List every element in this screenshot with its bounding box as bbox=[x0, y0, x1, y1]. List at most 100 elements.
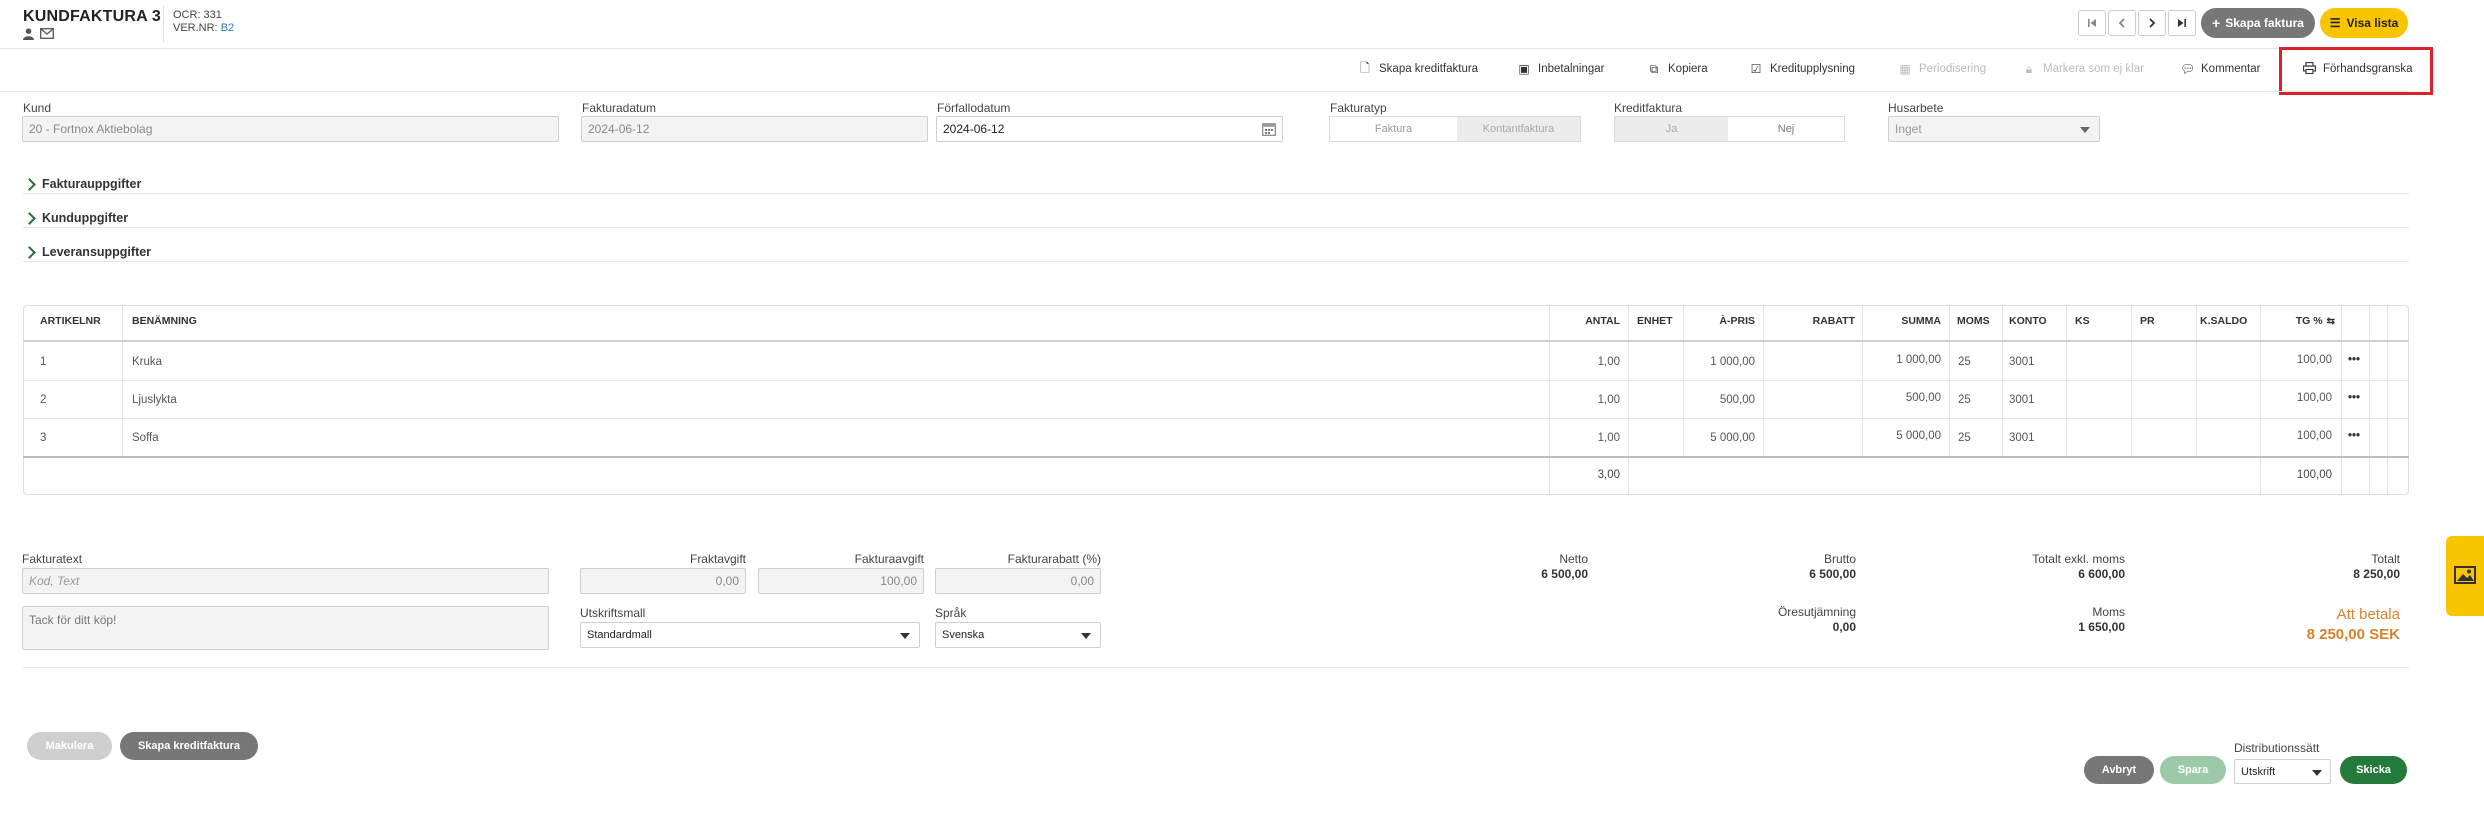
amount-due-value: 8 250,00 SEK bbox=[2306, 626, 2400, 643]
toolbar-credit-check[interactable]: ☑ Kreditupplysning bbox=[1749, 60, 1855, 78]
chevron-down-icon bbox=[1081, 633, 1091, 639]
section-customer-details[interactable]: Kunduppgifter bbox=[23, 211, 128, 225]
invoice-fee-field[interactable]: 100,00 bbox=[758, 568, 924, 594]
toolbar-periodisering[interactable]: ▦ Periodisering bbox=[1898, 60, 1986, 78]
first-record-button[interactable] bbox=[2078, 10, 2106, 36]
invoice-date-label: Fakturadatum bbox=[582, 101, 657, 115]
col-divider bbox=[122, 306, 123, 456]
invoice-text-code-field[interactable]: Kod, Text bbox=[22, 568, 549, 594]
invoice-discount-field[interactable]: 0,00 bbox=[935, 568, 1101, 594]
col-divider bbox=[2341, 306, 2342, 494]
section-separator bbox=[23, 227, 2409, 228]
col-divider bbox=[1628, 306, 1629, 494]
col-header-enhet[interactable]: ENHET bbox=[1637, 310, 1673, 332]
ver-prefix: VER.NR: bbox=[173, 22, 221, 34]
section-separator bbox=[23, 261, 2409, 262]
more-options-icon[interactable]: ••• bbox=[2348, 390, 2360, 406]
more-options-icon[interactable]: ••• bbox=[2348, 352, 2360, 368]
calendar-icon[interactable] bbox=[1262, 122, 1276, 139]
toolbar-separator bbox=[0, 91, 2408, 92]
ver-link[interactable]: B2 bbox=[221, 22, 234, 34]
col-header-antal[interactable]: ANTAL bbox=[1549, 310, 1620, 332]
toolbar-label: Kopiera bbox=[1668, 63, 1708, 75]
distribution-select[interactable]: Utskrift bbox=[2234, 759, 2331, 784]
section-label: Fakturauppgifter bbox=[42, 177, 142, 191]
cell-summa: 500,00 bbox=[1905, 392, 1941, 404]
document-icon: 🗋 bbox=[1360, 60, 1370, 75]
due-date-field[interactable]: 2024-06-12 bbox=[936, 116, 1283, 142]
freight-fee-field[interactable]: 0,00 bbox=[580, 568, 746, 594]
invoice-text-area[interactable]: Tack för ditt köp! bbox=[22, 606, 549, 650]
cell-artikelnr: 3 bbox=[40, 432, 47, 444]
cell-artikelnr: 2 bbox=[40, 394, 47, 406]
invoice-date-field[interactable]: 2024-06-12 bbox=[581, 116, 928, 142]
bottom-separator bbox=[23, 667, 2409, 668]
customer-field[interactable]: 20 - Fortnox Aktiebolag bbox=[22, 116, 559, 142]
col-header-konto[interactable]: KONTO bbox=[2009, 310, 2047, 332]
col-header-rabatt[interactable]: RABATT bbox=[1763, 310, 1855, 332]
send-button[interactable]: Skicka bbox=[2340, 756, 2407, 784]
print-template-value: Standardmall bbox=[587, 629, 652, 641]
col-header-pr[interactable]: PR bbox=[2140, 310, 2155, 332]
save-button[interactable]: Spara bbox=[2160, 756, 2226, 784]
create-invoice-button[interactable]: + Skapa faktura bbox=[2201, 8, 2315, 38]
total-tg: 100,00 bbox=[2296, 469, 2332, 481]
credit-option-ja[interactable]: Ja bbox=[1615, 117, 1729, 141]
side-panel-toggle[interactable] bbox=[2446, 536, 2484, 616]
show-list-button[interactable]: ☰ Visa lista bbox=[2320, 8, 2408, 38]
col-header-benamning[interactable]: BENÄMNING bbox=[132, 310, 197, 332]
invoice-type-option-kontant[interactable]: Kontantfaktura bbox=[1456, 117, 1580, 141]
credit-invoice-label: Kreditfaktura bbox=[1614, 101, 1683, 115]
invoice-type-toggle: Faktura Kontantfaktura bbox=[1329, 116, 1581, 142]
person-icon[interactable] bbox=[23, 28, 34, 43]
distribution-label: Distributionssätt bbox=[2234, 741, 2320, 755]
cancel-button[interactable]: Avbryt bbox=[2084, 756, 2154, 784]
credit-option-nej[interactable]: Nej bbox=[1728, 117, 1844, 141]
toolbar-payments[interactable]: ▣ Inbetalningar bbox=[1517, 60, 1604, 78]
chevron-right-icon bbox=[23, 211, 36, 225]
image-icon bbox=[2454, 565, 2476, 587]
last-icon bbox=[2178, 19, 2186, 27]
col-header-ks[interactable]: KS bbox=[2075, 310, 2090, 332]
col-header-moms[interactable]: MOMS bbox=[1957, 310, 1990, 332]
cell-moms: 25 bbox=[1958, 394, 1971, 406]
col-header-artikelnr[interactable]: ARTIKELNR bbox=[40, 310, 101, 332]
rounding-label: Öresutjämning bbox=[1777, 605, 1856, 619]
table-footer-line bbox=[23, 456, 2409, 458]
cell-antal: 1,00 bbox=[1597, 356, 1620, 368]
total-excl-vat-value: 6 600,00 bbox=[2078, 567, 2125, 581]
envelope-icon[interactable] bbox=[40, 28, 54, 43]
due-date-label: Förfallodatum bbox=[937, 101, 1011, 115]
col-header-summa[interactable]: SUMMA bbox=[1862, 310, 1941, 332]
toolbar-label: Skapa kreditfaktura bbox=[1379, 63, 1479, 75]
credit-invoice-toggle: Ja Nej bbox=[1614, 116, 1845, 142]
more-options-icon[interactable]: ••• bbox=[2348, 428, 2360, 444]
invoice-type-label: Fakturatyp bbox=[1330, 101, 1387, 115]
cell-apris: 500,00 bbox=[1719, 394, 1755, 406]
last-record-button[interactable] bbox=[2168, 10, 2196, 36]
check-icon: ☑ bbox=[1750, 62, 1762, 76]
swap-icon[interactable]: ⇆ bbox=[2327, 316, 2335, 327]
section-invoice-details[interactable]: Fakturauppgifter bbox=[23, 177, 142, 191]
vat-label: Moms bbox=[2092, 605, 2125, 619]
section-delivery-details[interactable]: Leveransuppgifter bbox=[23, 245, 151, 259]
void-button[interactable]: Makulera bbox=[27, 732, 112, 760]
toolbar-create-credit-invoice[interactable]: 🗋 Skapa kreditfaktura bbox=[1358, 60, 1478, 78]
invoice-type-option-faktura[interactable]: Faktura bbox=[1330, 117, 1457, 141]
chevron-left-icon bbox=[2118, 18, 2125, 28]
toolbar-copy[interactable]: ⧉ Kopiera bbox=[1647, 60, 1708, 78]
col-header-apris[interactable]: À-PRIS bbox=[1683, 310, 1755, 332]
header-icons bbox=[23, 28, 54, 43]
house-work-select[interactable]: Inget bbox=[1888, 116, 2100, 142]
language-select[interactable]: Svenska bbox=[935, 622, 1101, 648]
next-record-button[interactable] bbox=[2138, 10, 2166, 36]
toolbar-comment[interactable]: 💬︎ Kommentar bbox=[2180, 60, 2260, 78]
print-template-select[interactable]: Standardmall bbox=[580, 622, 920, 648]
col-header-ksaldo[interactable]: K.SALDO bbox=[2200, 310, 2247, 332]
cell-moms: 25 bbox=[1958, 432, 1971, 444]
col-header-tg[interactable]: TG % ⇆ bbox=[2260, 310, 2335, 332]
toolbar-mark-not-done[interactable]: 🔒︎ Markera som ej klar bbox=[2022, 60, 2144, 78]
prev-record-button[interactable] bbox=[2108, 10, 2136, 36]
create-credit-invoice-button[interactable]: Skapa kreditfaktura bbox=[120, 732, 258, 760]
cell-tg: 100,00 bbox=[2296, 430, 2332, 442]
